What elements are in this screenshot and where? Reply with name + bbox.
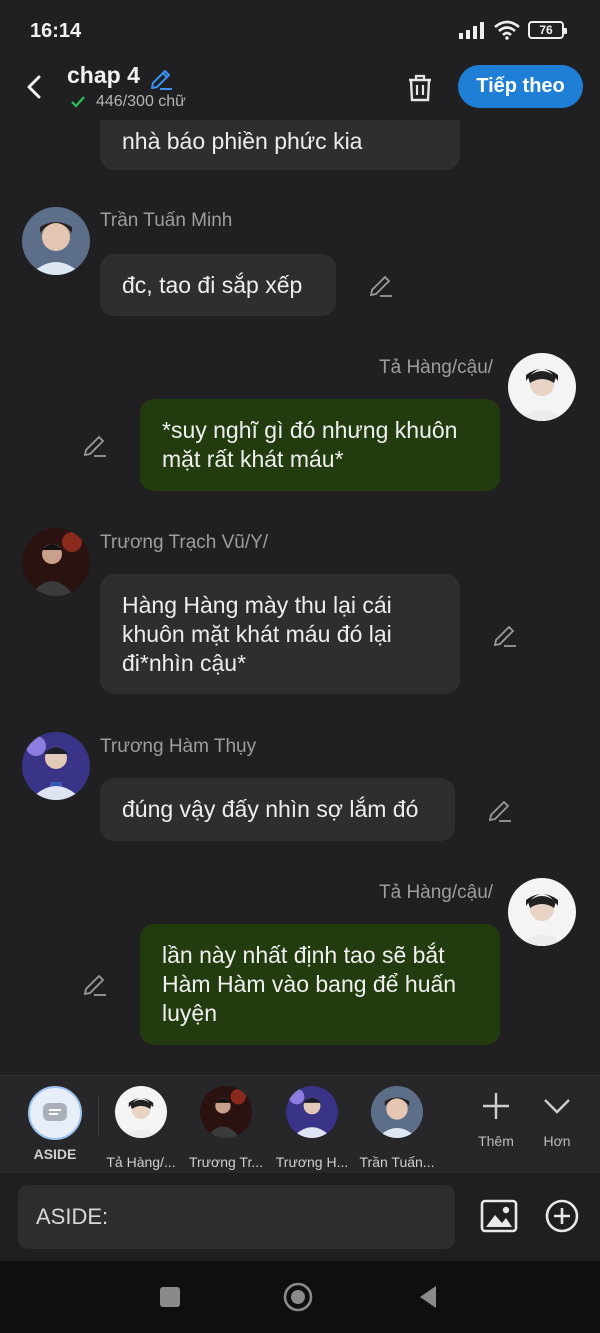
- battery-indicator: 76: [528, 21, 567, 39]
- back-arrow-icon[interactable]: [20, 72, 50, 102]
- message-bubble[interactable]: đc, tao đi sắp xếp: [100, 254, 336, 316]
- character-name: Trương Trạch Vũ/Y/: [100, 532, 269, 553]
- image-icon[interactable]: [480, 1197, 518, 1235]
- word-count: 446/300 chữ: [96, 93, 186, 110]
- character-name: Trần Tuấn Minh: [100, 210, 233, 231]
- pencil-icon[interactable]: [492, 622, 518, 648]
- avatar-ta-hang: [115, 1086, 167, 1138]
- character-truong-ham-thuy[interactable]: Trương H...: [272, 1086, 352, 1170]
- message-bubble[interactable]: nhà báo phiền phức kia: [100, 120, 460, 170]
- trash-icon[interactable]: [404, 72, 436, 104]
- next-button[interactable]: Tiếp theo: [458, 65, 583, 108]
- more-label: Hơn: [543, 1133, 571, 1149]
- message-bubble[interactable]: *suy nghĩ gì đó nhưng khuôn mặt rất khát…: [140, 399, 500, 491]
- pencil-icon[interactable]: [487, 797, 513, 823]
- message-bubble[interactable]: Hàng Hàng mày thu lại cái khuôn mặt khát…: [100, 574, 460, 694]
- chat-bubble-icon: [43, 1103, 67, 1121]
- word-count-row: 446/300 chữ: [70, 93, 186, 111]
- signal-icon: [459, 22, 484, 39]
- status-icons: 76: [458, 20, 567, 40]
- check-icon: [71, 96, 85, 108]
- pencil-icon[interactable]: [82, 432, 108, 458]
- message-text: đúng vậy đấy nhìn sợ lắm đó: [122, 796, 419, 822]
- chapter-title-group: chap 4: [67, 62, 174, 92]
- message-text: đc, tao đi sắp xếp: [122, 271, 303, 298]
- message-bubble[interactable]: đúng vậy đấy nhìn sợ lắm đó: [100, 778, 455, 841]
- character-label: Trần Tuấn...: [359, 1154, 435, 1170]
- avatar-truong-trach-vu: [200, 1086, 252, 1138]
- message-list: nhà báo phiền phức kia Trần Tuấn Minh đc…: [0, 120, 600, 1075]
- message-text: *suy nghĩ gì đó nhưng khuôn mặt rất khát…: [162, 417, 458, 472]
- avatar-truong-ham-thuy[interactable]: [22, 732, 90, 800]
- message-text: Hàng Hàng mày thu lại cái khuôn mặt khát…: [122, 591, 392, 676]
- pencil-icon[interactable]: [148, 66, 174, 92]
- system-nav-bar: [0, 1261, 600, 1333]
- character-ta-hang[interactable]: Tả Hàng/...: [101, 1086, 181, 1170]
- avatar-truong-ham-thuy: [286, 1086, 338, 1138]
- character-aside[interactable]: ASIDE: [15, 1086, 95, 1162]
- avatar-truong-trach-vu[interactable]: [22, 528, 90, 596]
- message-bubble[interactable]: lần này nhất định tao sẽ bắt Hàm Hàm vào…: [140, 924, 500, 1045]
- pencil-icon[interactable]: [368, 272, 394, 298]
- avatar-ta-hang[interactable]: [508, 353, 576, 421]
- character-name: Tả Hàng/cậu/: [379, 882, 494, 903]
- avatar-tran-tuan-minh[interactable]: [22, 207, 90, 275]
- character-label: Trương Tr...: [188, 1154, 264, 1170]
- character-selector: ASIDE Tả Hàng/... Trương Tr... Trương H.…: [0, 1075, 600, 1173]
- pencil-icon[interactable]: [82, 971, 108, 997]
- chapter-header: chap 4 446/300 chữ Tiếp theo: [0, 60, 600, 120]
- character-truong-trach-vu[interactable]: Trương Tr...: [186, 1086, 266, 1170]
- add-label: Thêm: [478, 1133, 514, 1149]
- add-circle-icon[interactable]: [545, 1199, 579, 1233]
- character-name: Trương Hàm Thụy: [100, 736, 257, 757]
- status-time: 16:14: [30, 20, 82, 42]
- character-label: Trương H...: [275, 1154, 349, 1170]
- avatar-tran-tuan-minh: [371, 1086, 423, 1138]
- character-tran-tuan-minh[interactable]: Trần Tuấn...: [357, 1086, 437, 1170]
- status-bar: 16:14 76: [0, 0, 600, 60]
- plus-icon: [483, 1093, 509, 1119]
- aside-circle: [28, 1086, 82, 1140]
- chevron-down-icon: [544, 1099, 570, 1114]
- divider: [98, 1096, 99, 1136]
- avatar-ta-hang[interactable]: [508, 878, 576, 946]
- back-triangle-icon[interactable]: [412, 1281, 444, 1313]
- character-name: Tả Hàng/cậu/: [379, 357, 494, 378]
- more-button[interactable]: Hơn: [527, 1090, 587, 1149]
- character-label: Tả Hàng/...: [106, 1154, 176, 1170]
- message-text: nhà báo phiền phức kia: [122, 128, 363, 154]
- home-icon[interactable]: [282, 1281, 314, 1313]
- add-character-button[interactable]: Thêm: [466, 1090, 526, 1149]
- recent-apps-icon[interactable]: [154, 1281, 186, 1313]
- message-input[interactable]: ASIDE:: [18, 1185, 455, 1249]
- message-text: lần này nhất định tao sẽ bắt Hàm Hàm vào…: [162, 942, 457, 1026]
- wifi-icon: [494, 20, 520, 40]
- compose-bar: ASIDE:: [0, 1173, 600, 1261]
- character-label: ASIDE: [33, 1146, 77, 1162]
- chapter-title[interactable]: chap 4: [67, 62, 140, 89]
